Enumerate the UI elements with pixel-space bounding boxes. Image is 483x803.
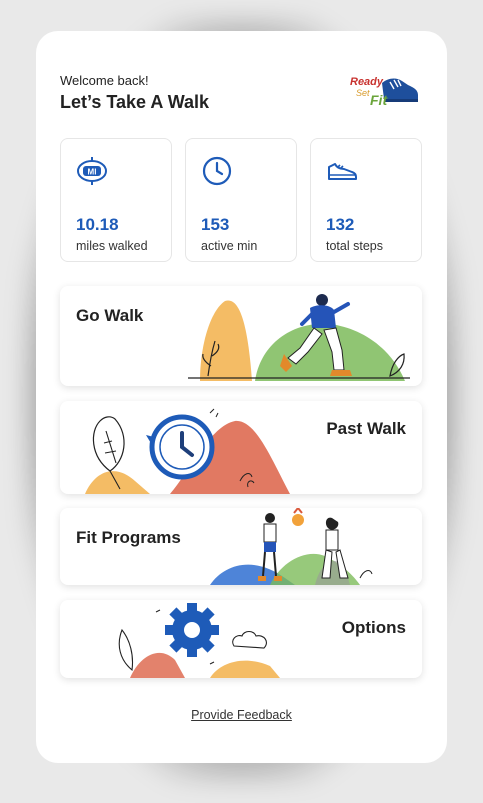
fit-programs-card[interactable]: Fit Programs: [60, 508, 422, 585]
stat-card-active-min: 153 active min: [185, 138, 297, 262]
stat-card-steps: 132 total steps: [310, 138, 422, 262]
svg-text:MI: MI: [88, 168, 97, 177]
app-screen: Welcome back! Let’s Take A Walk Ready Se…: [36, 31, 447, 763]
welcome-text: Welcome back!: [60, 73, 149, 88]
fit-programs-label: Fit Programs: [76, 528, 181, 547]
miles-label: miles walked: [76, 239, 148, 253]
gear-and-cloud-illustration: [118, 603, 280, 678]
history-clock-illustration: [85, 408, 290, 494]
svg-text:Fit: Fit: [370, 92, 388, 108]
stat-card-miles: MI 10.18 miles walked: [60, 138, 172, 262]
clock-icon: [202, 156, 232, 186]
sneaker-icon: [328, 163, 357, 180]
past-walk-label: Past Walk: [326, 419, 406, 438]
options-label: Options: [341, 618, 406, 637]
miles-value: 10.18: [76, 215, 119, 234]
past-walk-card[interactable]: Past Walk: [60, 401, 422, 494]
walking-person-illustration: [188, 294, 410, 381]
mile-marker-icon: MI: [77, 157, 107, 185]
active-min-label: active min: [201, 239, 258, 253]
active-min-value: 153: [201, 215, 230, 234]
gear-icon: [165, 603, 219, 657]
svg-text:Ready: Ready: [350, 76, 384, 88]
ready-set-fit-logo: Ready Set Fit: [350, 76, 418, 108]
steps-label: total steps: [326, 239, 383, 253]
page-title: Let’s Take A Walk: [60, 92, 210, 112]
steps-value: 132: [326, 215, 355, 234]
go-walk-label: Go Walk: [76, 306, 144, 325]
options-card[interactable]: Options: [60, 600, 422, 678]
provide-feedback-link[interactable]: Provide Feedback: [36, 708, 447, 722]
svg-text:Set: Set: [356, 88, 370, 98]
go-walk-card[interactable]: Go Walk: [60, 286, 422, 386]
